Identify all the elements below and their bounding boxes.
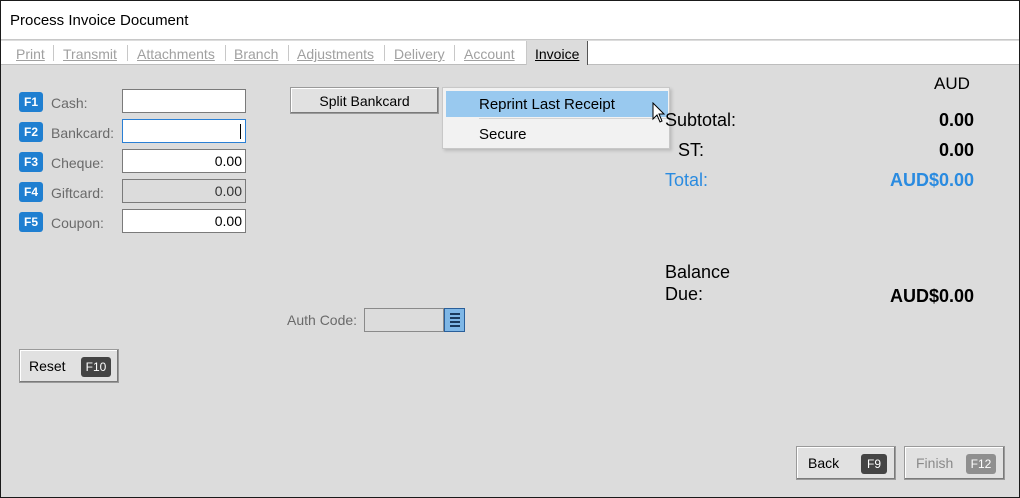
invoice-window: Process Invoice Document Print Transmit … [0,0,1020,498]
finish-button[interactable]: Finish F12 [904,446,1005,480]
menu-item-reprint-last-receipt[interactable]: Reprint Last Receipt [446,91,668,117]
f4-key-icon: F4 [19,182,43,202]
coupon-label: Coupon: [51,215,104,231]
f9-key-icon: F9 [861,454,887,474]
due-label: Due: [665,284,704,304]
split-bankcard-label: Split Bankcard [319,93,410,109]
balance-label: Balance [665,262,731,282]
coupon-input[interactable]: 0.00 [122,209,246,233]
total-value: AUD$0.00 [889,170,974,190]
balance-due-value: AUD$0.00 [889,286,974,306]
f3-key-icon: F3 [19,152,43,172]
st-value: 0.00 [938,140,974,160]
tab-account[interactable]: Account [464,41,515,65]
tab-separator [288,45,289,61]
tab-branch[interactable]: Branch [234,41,278,65]
reset-label: Reset [29,358,66,374]
menu-separator [479,118,667,119]
tab-separator [384,45,385,61]
subtotal-value: 0.00 [938,110,974,130]
f1-key-icon: F1 [19,92,43,112]
st-label: ST: [678,140,705,160]
tab-transmit[interactable]: Transmit [63,41,117,65]
tab-bar: Print Transmit Attachments Branch Adjust… [1,41,1019,65]
text-caret [240,124,241,139]
giftcard-input: 0.00 [122,179,246,203]
back-label: Back [808,455,840,471]
total-label: Total: [665,170,709,190]
cheque-label: Cheque: [51,155,104,171]
title-bar: Process Invoice Document [1,1,1019,40]
cheque-input[interactable]: 0.00 [122,149,246,173]
tab-invoice[interactable]: Invoice [526,41,589,65]
tab-separator [454,45,455,61]
f5-key-icon: F5 [19,212,43,232]
auth-code-label: Auth Code: [287,312,358,328]
auth-code-menu-icon[interactable] [444,308,465,332]
f12-key-icon: F12 [966,454,996,474]
tab-separator [127,45,128,61]
currency-label: AUD [934,74,970,93]
window-title: Process Invoice Document [10,12,189,29]
mouse-pointer-icon [652,102,666,123]
tab-attachments[interactable]: Attachments [137,41,215,65]
bankcard-input[interactable] [122,119,246,143]
finish-label: Finish [916,455,954,471]
bankcard-label: Bankcard: [51,125,115,141]
tab-delivery[interactable]: Delivery [394,41,445,65]
back-button[interactable]: Back F9 [796,446,896,480]
subtotal-label: Subtotal: [665,110,737,130]
tab-adjustments[interactable]: Adjustments [297,41,374,65]
split-bankcard-menu: Reprint Last Receipt Secure [442,87,670,149]
tab-print[interactable]: Print [16,41,45,65]
menu-item-secure[interactable]: Secure [446,121,668,147]
split-bankcard-button[interactable]: Split Bankcard [290,87,439,114]
tab-separator [53,45,54,61]
cash-input[interactable] [122,89,246,113]
reset-button[interactable]: Reset F10 [19,349,119,383]
giftcard-label: Giftcard: [51,185,104,201]
f10-key-icon: F10 [81,357,111,377]
auth-code-input[interactable] [364,308,444,332]
cash-label: Cash: [51,95,88,111]
tab-separator [225,45,226,61]
f2-key-icon: F2 [19,122,43,142]
